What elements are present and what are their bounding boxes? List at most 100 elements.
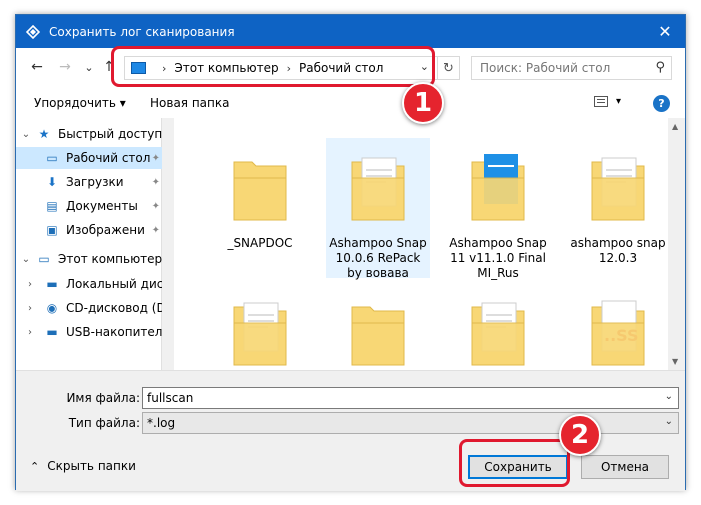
- images-icon: ▣: [46, 223, 58, 237]
- file-item[interactable]: _SNAPDOC: [208, 138, 312, 278]
- sidebar-item[interactable]: ⌄ ▭ Этот компьютер: [16, 248, 162, 270]
- folder-icon: ..SS: [588, 293, 648, 370]
- sidebar-item[interactable]: ▣ Изображени ✦: [16, 219, 162, 241]
- toolbar: Упорядочить ▾ Новая папка ▾ ?: [16, 88, 685, 118]
- cd-icon: ◉: [46, 301, 58, 315]
- up-icon[interactable]: ↑: [100, 58, 118, 76]
- file-item[interactable]: ..SS: [566, 283, 668, 370]
- expand-icon[interactable]: ›: [16, 303, 44, 314]
- expand-icon[interactable]: ›: [16, 279, 44, 290]
- desktop-icon: ▭: [46, 151, 58, 165]
- usb-icon: ▬: [46, 325, 58, 339]
- file-item[interactable]: ashampoo snap 12.0.3: [566, 138, 668, 278]
- breadcrumb-desktop[interactable]: Рабочий стол: [299, 61, 383, 75]
- expand-icon[interactable]: ›: [16, 327, 44, 338]
- file-view: _SNAPDOC Ashampoo Snap 10.0.6 RePack by в…: [176, 118, 668, 370]
- sidebar-item[interactable]: ⌄ ★ Быстрый доступ: [16, 123, 162, 145]
- sidebar-item-label: CD-дисковод (D: [66, 301, 162, 315]
- back-icon[interactable]: ←: [28, 58, 46, 76]
- breadcrumb-separator: ›: [286, 61, 291, 75]
- computer-icon: ▭: [38, 252, 50, 266]
- folder-icon: [230, 148, 290, 228]
- filetype-value: *.log: [147, 416, 176, 430]
- pin-icon: ✦: [151, 176, 160, 188]
- chevron-down-icon[interactable]: ⌄: [665, 391, 673, 402]
- close-button[interactable]: ✕: [645, 15, 685, 48]
- documents-icon: ▤: [46, 199, 58, 213]
- vertical-scrollbar[interactable]: ▲ ▼: [668, 118, 685, 370]
- folder-icon: [348, 148, 408, 228]
- view-options-button[interactable]: ▾: [594, 96, 621, 107]
- recent-locations-icon[interactable]: ⌄: [80, 58, 98, 76]
- breadcrumb-this-pc[interactable]: Этот компьютер: [174, 61, 278, 75]
- sidebar-item-label: Этот компьютер: [58, 252, 162, 266]
- disk-icon: ▬: [46, 277, 58, 291]
- file-label: Ashampoo Snap 11 v11.1.0 Final MI_Rus: [449, 236, 547, 280]
- file-label: ashampoo snap 12.0.3: [570, 236, 666, 265]
- search-icon[interactable]: ⚲: [655, 60, 665, 75]
- file-item[interactable]: Ashampoo Snap 11 v11.1.0 Final MI_Rus: [446, 138, 550, 280]
- help-icon[interactable]: ?: [653, 95, 670, 112]
- sidebar-item-label: Загрузки: [66, 175, 124, 189]
- scroll-up-icon[interactable]: ▲: [672, 122, 678, 131]
- pin-icon: ✦: [151, 224, 160, 236]
- folder-icon: [348, 293, 408, 370]
- refresh-icon[interactable]: ↻: [438, 56, 460, 80]
- app-icon: [26, 24, 40, 39]
- filetype-label: Тип файла:: [68, 416, 140, 430]
- view-icon: [594, 96, 608, 107]
- pin-icon: ✦: [151, 200, 160, 212]
- chevron-down-icon[interactable]: ⌄: [420, 60, 429, 73]
- download-icon: ⬇: [46, 175, 58, 189]
- sidebar-item[interactable]: › ▬ Локальный дис: [16, 273, 162, 295]
- chevron-down-icon: ⌄: [664, 416, 673, 427]
- sidebar-item[interactable]: › ◉ CD-дисковод (D: [16, 297, 162, 319]
- search-input[interactable]: Поиск: Рабочий стол ⚲: [471, 56, 672, 80]
- hide-folders-label: Скрыть папки: [47, 459, 136, 473]
- file-item[interactable]: [326, 283, 430, 370]
- cancel-button[interactable]: Отмена: [581, 455, 669, 479]
- chevron-up-icon: ⌃: [30, 459, 40, 473]
- pin-icon: ✦: [151, 152, 160, 164]
- forward-icon[interactable]: →: [56, 58, 74, 76]
- folder-icon: [230, 293, 290, 370]
- sidebar-item-label: Изображени: [66, 223, 145, 237]
- step-badge-2: 2: [559, 414, 601, 456]
- sidebar-item[interactable]: ▤ Документы ✦: [16, 195, 162, 217]
- address-bar[interactable]: › Этот компьютер › Рабочий стол ⌄: [124, 56, 438, 80]
- computer-icon: [131, 62, 146, 74]
- hide-folders-button[interactable]: ⌃ Скрыть папки: [30, 459, 136, 473]
- file-item[interactable]: [446, 283, 550, 370]
- sidebar-item-label: USB-накопител: [66, 325, 162, 339]
- sidebar-item[interactable]: › ▬ USB-накопител: [16, 321, 162, 343]
- file-label: Ashampoo Snap 10.0.6 RePack by вовава: [329, 236, 427, 280]
- search-placeholder: Поиск: Рабочий стол: [480, 61, 611, 75]
- folder-icon: [468, 293, 528, 370]
- breadcrumb-separator: ›: [162, 61, 167, 75]
- sidebar-scrollbar[interactable]: [162, 118, 174, 370]
- navigation-pane: ⌄ ★ Быстрый доступ ▭ Рабочий стол ✦ ⬇ Загрузки ✦…: [16, 118, 174, 370]
- filename-field[interactable]: fullscan ⌄: [142, 387, 679, 409]
- sidebar-item[interactable]: ⬇ Загрузки ✦: [16, 171, 162, 193]
- folder-icon: [588, 148, 648, 228]
- save-button[interactable]: Сохранить: [468, 455, 568, 479]
- organize-button[interactable]: Упорядочить ▾: [34, 96, 126, 110]
- file-item[interactable]: [208, 283, 312, 370]
- scroll-down-icon[interactable]: ▼: [672, 357, 678, 366]
- filename-label: Имя файла:: [66, 391, 140, 405]
- star-icon: ★: [38, 127, 50, 141]
- window-title: Сохранить лог сканирования: [49, 24, 235, 39]
- title-bar[interactable]: Сохранить лог сканирования ✕: [16, 15, 685, 48]
- new-folder-button[interactable]: Новая папка: [150, 96, 229, 110]
- sidebar-item[interactable]: ▭ Рабочий стол ✦: [16, 147, 162, 169]
- sidebar-item-label: Рабочий стол: [66, 151, 151, 165]
- file-label: _SNAPDOC: [227, 236, 293, 250]
- expand-icon[interactable]: ⌄: [16, 129, 36, 140]
- step-badge-1: 1: [402, 82, 444, 124]
- chevron-down-icon: ▾: [616, 96, 622, 107]
- file-item[interactable]: Ashampoo Snap 10.0.6 RePack by вовава: [326, 138, 430, 280]
- expand-icon[interactable]: ⌄: [16, 254, 36, 265]
- navigation-bar: ← → ⌄ ↑ › Этот компьютер › Рабочий стол …: [16, 48, 685, 88]
- sidebar-item-label: Быстрый доступ: [58, 127, 162, 141]
- filename-row: Имя файла: fullscan ⌄: [16, 387, 685, 409]
